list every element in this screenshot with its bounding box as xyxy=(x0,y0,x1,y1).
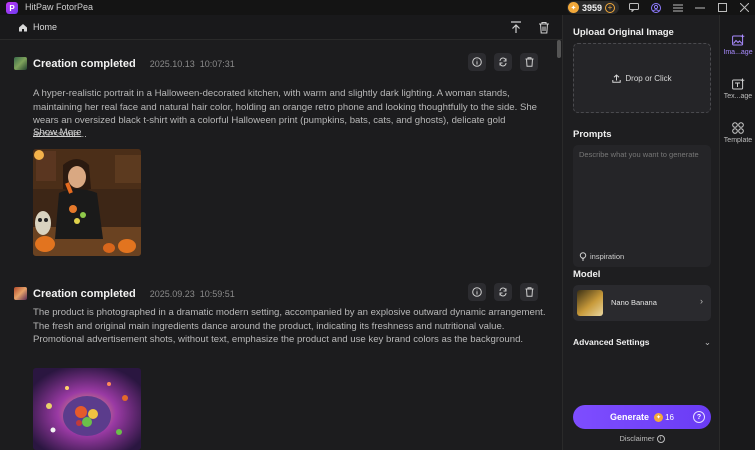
generated-image[interactable] xyxy=(33,368,141,450)
card-description: A hyper-realistic portrait in a Hallowee… xyxy=(33,88,538,140)
image-add-icon xyxy=(731,34,744,46)
home-icon xyxy=(19,23,27,31)
home-label: Home xyxy=(33,22,58,32)
generate-cost: ✦ 16 xyxy=(654,412,674,422)
home-link[interactable]: Home xyxy=(18,22,57,32)
prompts-heading: Prompts xyxy=(573,129,612,140)
generate-label: Generate xyxy=(610,412,650,422)
coin-icon: ✦ xyxy=(654,412,664,422)
card-date: 2025.09.23 10:59:51 xyxy=(149,288,235,299)
info-button[interactable] xyxy=(468,283,486,301)
app-title: HitPaw FotorPea xyxy=(25,2,94,12)
tab-template[interactable]: Template xyxy=(720,111,755,155)
delete-button[interactable] xyxy=(520,53,538,71)
lightbulb-icon xyxy=(579,252,587,261)
generated-image[interactable] xyxy=(33,149,141,256)
coin-icon: ✦ xyxy=(567,2,579,13)
menu-icon[interactable] xyxy=(667,0,689,15)
creation-thumbnail-icon xyxy=(14,287,27,300)
credits-badge[interactable]: ✦ 3959 + xyxy=(566,1,619,14)
history-card: Creation completed 2025.10.13 10:07:31 A… xyxy=(0,40,556,270)
info-button[interactable] xyxy=(468,53,486,71)
show-more-link[interactable]: Show More xyxy=(33,127,82,138)
chevron-right-icon: › xyxy=(700,296,703,306)
top-nav: Home xyxy=(0,15,562,40)
prompt-input[interactable]: Describe what you want to generate inspi… xyxy=(573,145,711,267)
prompt-placeholder: Describe what you want to generate xyxy=(579,150,699,159)
history-card: Creation completed 2025.09.23 10:59:51 T… xyxy=(0,270,556,450)
upload-dropzone[interactable]: Drop or Click xyxy=(573,43,711,113)
inspiration-button[interactable]: inspiration xyxy=(579,252,624,261)
upload-label: Drop or Click xyxy=(625,73,672,83)
disclaimer-link[interactable]: Disclaimer i xyxy=(573,434,711,444)
chevron-down-icon: ⌄ xyxy=(703,337,711,347)
tab-label: Template xyxy=(723,137,753,144)
close-icon[interactable] xyxy=(733,0,755,15)
titlebar-controls: ✦ 3959 + xyxy=(566,0,755,15)
template-grid-icon xyxy=(732,122,744,134)
feedback-icon[interactable] xyxy=(623,0,645,15)
credits-count: 3959 xyxy=(581,2,602,13)
delete-all-button[interactable] xyxy=(536,19,552,35)
app-logo-icon: P xyxy=(6,2,18,14)
scrollbar-thumb[interactable] xyxy=(557,40,561,58)
delete-button[interactable] xyxy=(520,283,538,301)
advanced-settings-toggle[interactable]: Advanced Settings ⌄ xyxy=(573,337,711,348)
regenerate-button[interactable] xyxy=(494,283,512,301)
tab-label: Ima...age xyxy=(723,49,753,56)
tab-image-to-image[interactable]: Ima...age xyxy=(720,23,755,67)
generation-panel: Upload Original Image Drop or Click Prom… xyxy=(562,15,719,450)
tab-label: Tex...age xyxy=(723,93,753,100)
card-date: 2025.10.13 10:07:31 xyxy=(149,58,235,69)
title-bar: P HitPaw FotorPea ✦ 3959 + xyxy=(0,0,755,15)
generate-button[interactable]: Generate ✦ 16 ? xyxy=(573,405,711,429)
card-title: Creation completed xyxy=(33,287,136,300)
mode-tabs: Ima...age Tex...age Template xyxy=(719,15,755,450)
upload-icon xyxy=(612,73,622,83)
minimize-icon[interactable] xyxy=(689,0,711,15)
upload-heading: Upload Original Image xyxy=(573,27,674,38)
model-heading: Model xyxy=(573,269,601,280)
maximize-icon[interactable] xyxy=(711,0,733,15)
tab-text-to-image[interactable]: Tex...age xyxy=(720,67,755,111)
add-credits-button[interactable]: + xyxy=(605,2,615,13)
help-icon[interactable]: ? xyxy=(693,411,705,423)
model-name: Nano Banana xyxy=(611,298,657,307)
model-selector[interactable]: Nano Banana › xyxy=(573,285,711,321)
model-thumbnail xyxy=(577,290,603,316)
text-image-icon xyxy=(731,78,744,90)
creation-thumbnail-icon xyxy=(14,57,27,70)
card-title: Creation completed xyxy=(33,57,136,70)
card-description: The product is photographed in a dramati… xyxy=(33,307,546,346)
inspiration-label: inspiration xyxy=(590,252,625,261)
history-area: Home Creation completed 2025.10.13 10:07… xyxy=(0,15,562,450)
scroll-to-top-button[interactable] xyxy=(508,19,524,35)
info-icon: i xyxy=(656,435,665,444)
regenerate-button[interactable] xyxy=(494,53,512,71)
advanced-settings-label: Advanced Settings xyxy=(573,337,650,347)
account-icon[interactable] xyxy=(645,0,667,15)
